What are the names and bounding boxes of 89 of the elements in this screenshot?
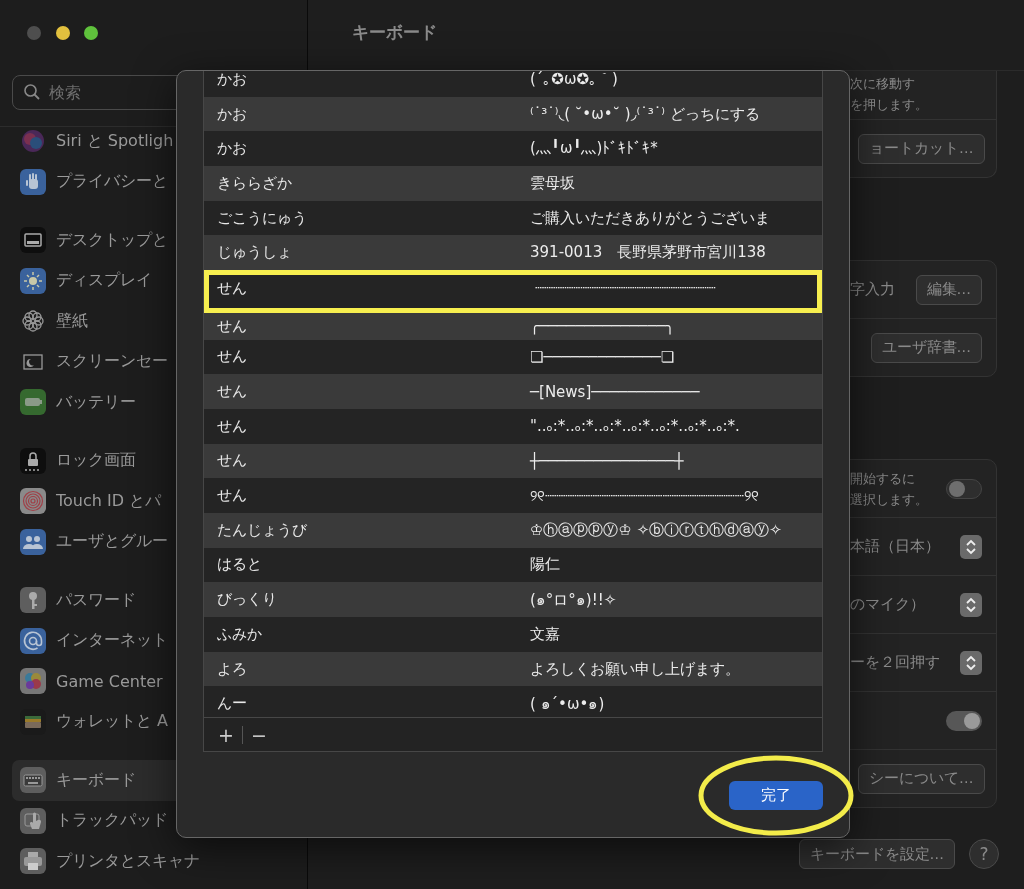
word-cell: ╭──────────────╮ xyxy=(530,317,675,336)
reading-cell-text: びっくり xyxy=(216,590,278,610)
word-cell: ❏─────────────❏ xyxy=(530,347,675,366)
battery-icon xyxy=(20,389,46,416)
dictionary-row[interactable]: びっくり (๑°ロ°๑)!!✧ xyxy=(204,582,822,617)
toggle-switch[interactable] xyxy=(946,710,982,731)
reading-cell-text: せん xyxy=(216,416,248,436)
toggle-switch[interactable] xyxy=(946,478,982,499)
window-title: キーボード xyxy=(352,21,438,44)
reading-cell-text: たんじょうび xyxy=(216,520,308,540)
dictionary-row[interactable]: せん ╭──────────────╮ xyxy=(204,312,822,340)
word-cell-text: (๑°ロ°๑)!!✧ xyxy=(530,589,617,611)
bubbles-icon xyxy=(20,668,46,695)
push-button[interactable]: 編集… xyxy=(915,274,982,305)
keyboard-icon xyxy=(20,767,46,794)
dictionary-row[interactable]: たんじょうび ♔ⓗⓐⓟⓟⓨ♔ ✧ⓑⓘⓡⓣⓗⓓⓐⓨ✧ xyxy=(204,512,822,548)
word-cell: ⁽˙³˙⁾◟( ˘•ω•˘ )◞⁽˙³˙⁾ どっちにする xyxy=(530,104,760,124)
popup-stepper[interactable] xyxy=(960,534,982,559)
word-cell: ご購入いただきありがとうございま xyxy=(530,208,770,228)
printer-icon xyxy=(20,848,46,875)
setting-description: 次に移動す を押します。 xyxy=(850,75,929,114)
dictionary-row[interactable]: かお ⁽˙³˙⁾◟( ˘•ω•˘ )◞⁽˙³˙⁾ どっちにする xyxy=(204,96,822,132)
window-control[interactable] xyxy=(84,26,98,40)
people-icon xyxy=(20,528,46,555)
reading-cell-text: よろ xyxy=(216,659,248,679)
sun-icon xyxy=(20,267,46,294)
reading-cell-text: かお xyxy=(216,139,248,159)
word-cell: 陽仁 xyxy=(530,555,560,575)
fingerprint-icon xyxy=(20,488,46,515)
push-button[interactable]: ョートカット… xyxy=(858,133,985,164)
hand-icon xyxy=(20,168,46,195)
word-cell: (´｡✪ω✪｡｀) xyxy=(530,71,618,89)
add-button[interactable]: + xyxy=(210,723,242,746)
word-cell: (灬╹ω╹灬)ﾄﾞｷﾄﾞｷ* xyxy=(530,139,658,159)
dictionary-row[interactable]: きららざか 雲母坂 xyxy=(204,166,822,201)
setup-button[interactable]: キーボードを設定… xyxy=(798,839,955,869)
setting-label: 字入力 xyxy=(850,280,896,299)
word-cell: ┈┈┈┈┈┈┈┈┈┈┈┈┈┈┈┈┈┈┈┈ xyxy=(535,279,716,298)
reading-cell-text: ふみか xyxy=(216,624,263,644)
word-cell: よろしくお願い申し上げます。 xyxy=(530,659,740,679)
dictionary-row[interactable]: よろ よろしくお願い申し上げます。 xyxy=(204,651,822,687)
orb-icon xyxy=(20,128,46,155)
reading-cell-text: せん xyxy=(216,278,248,298)
lock-icon xyxy=(20,447,46,474)
popup-stepper[interactable] xyxy=(960,650,982,675)
word-cell-text: ( ๑´•ω•๑) xyxy=(530,693,605,715)
chevron-icon xyxy=(965,654,977,671)
chevron-icon xyxy=(965,596,977,613)
setting-label: ーを２回押す xyxy=(850,653,941,672)
at-sign-icon xyxy=(20,627,46,654)
word-cell: ┼───────────────┼ xyxy=(530,451,684,470)
key-icon xyxy=(20,587,46,614)
reading-cell-text: はると xyxy=(216,555,263,575)
dictionary-row[interactable]: せん ┈┈┈┈┈┈┈┈┈┈┈┈┈┈┈┈┈┈┈┈ xyxy=(204,270,822,313)
reading-cell-text: きららざか xyxy=(216,173,293,193)
word-cell: ♔ⓗⓐⓟⓟⓨ♔ ✧ⓑⓘⓡⓣⓗⓓⓐⓨ✧ xyxy=(530,520,782,540)
setting-label: 本語（日本） xyxy=(850,537,941,556)
word-cell: ୨୧┈┈┈┈┈┈┈┈┈┈┈┈┈┈┈┈┈┈┈┈┈┈୨୧ xyxy=(530,486,759,505)
reading-cell-text: ごこうにゅう xyxy=(216,208,308,228)
done-button[interactable]: 完了 xyxy=(729,781,823,810)
reading-cell-text: せん xyxy=(216,486,248,506)
remove-button[interactable]: − xyxy=(242,723,275,746)
push-button[interactable]: ユーザ辞書… xyxy=(870,332,982,363)
push-button[interactable]: シーについて… xyxy=(858,763,985,794)
help-button[interactable]: ? xyxy=(969,839,999,869)
word-cell: 391-0013 長野県茅野市宮川138 xyxy=(530,243,766,263)
word-cell: "..ₒ:*..ₒ:*..ₒ:*..ₒ:*..ₒ:*..ₒ:*..ₒ:*. xyxy=(530,417,740,436)
reading-cell-text: せん xyxy=(216,451,248,471)
pointing-hand-icon xyxy=(20,807,46,834)
reading-cell-text: んー xyxy=(216,694,248,714)
chevron-icon xyxy=(965,538,977,555)
word-cell: 雲母坂 xyxy=(530,173,575,193)
search-icon xyxy=(23,83,41,101)
window-icon xyxy=(20,227,46,254)
reading-cell-text: せん xyxy=(216,316,248,336)
setting-label: のマイク） xyxy=(850,595,926,614)
flower-icon xyxy=(20,308,46,335)
setting-description: 開始するに 選択します。 xyxy=(850,469,929,509)
word-cell: 文嘉 xyxy=(530,624,560,644)
window-control[interactable] xyxy=(55,26,70,40)
reading-cell-text: せん xyxy=(216,382,248,402)
popup-stepper[interactable] xyxy=(960,592,982,617)
dictionary-row[interactable]: せん ─[News]──────────── xyxy=(204,374,822,409)
word-cell: ─[News]──────────── xyxy=(530,382,700,401)
dictionary-row[interactable]: せん ┼───────────────┼ xyxy=(204,443,822,479)
reading-cell-text: じゅうしょ xyxy=(216,243,293,263)
dictionary-row[interactable]: じゅうしょ 391-0013 長野県茅野市宮川138 xyxy=(204,235,822,271)
reading-cell-text: せん xyxy=(216,347,248,367)
sidebar-item[interactable]: プリンタとスキャナ xyxy=(12,841,295,882)
